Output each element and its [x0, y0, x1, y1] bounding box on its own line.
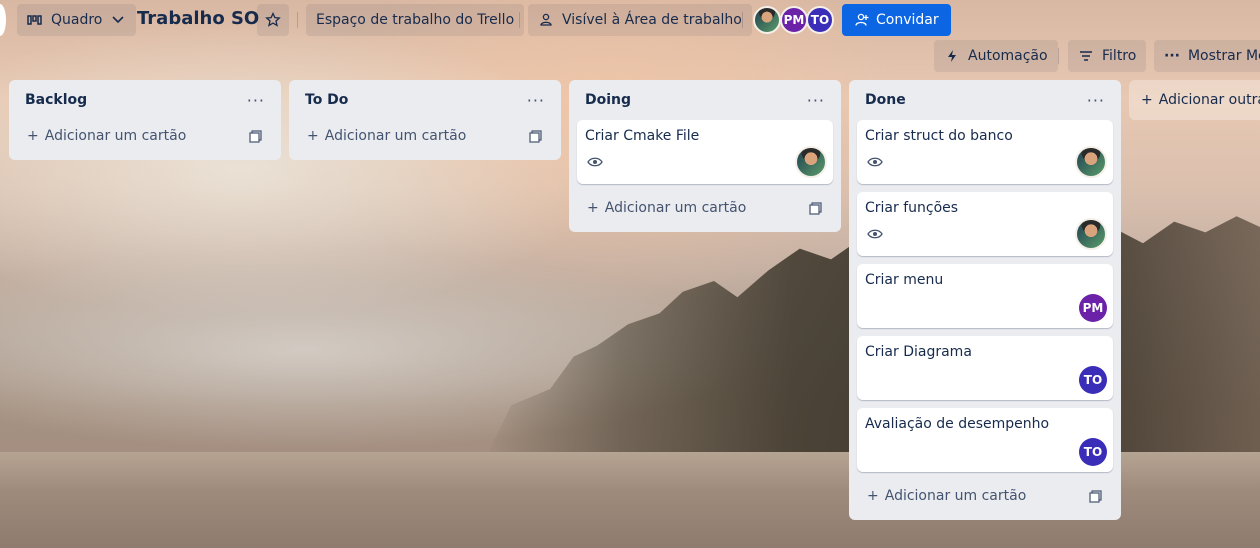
- automation-button[interactable]: Automação: [934, 40, 1058, 72]
- add-card-button[interactable]: + Adicionar um cartão: [17, 120, 273, 152]
- more-horizontal-icon: ···: [1164, 48, 1180, 64]
- list-done: Done ··· Criar struct do banco Criar fun…: [849, 80, 1121, 520]
- view-switcher-button[interactable]: Quadro: [17, 4, 137, 36]
- card[interactable]: Criar Cmake File: [577, 120, 833, 184]
- eye-icon: [867, 225, 883, 244]
- card-title: Criar funções: [865, 200, 959, 216]
- list-menu-icon[interactable]: ···: [807, 91, 825, 110]
- sidebar-toggle-button[interactable]: [0, 4, 6, 36]
- header-divider: [519, 12, 520, 28]
- card[interactable]: Criar struct do banco: [857, 120, 1113, 184]
- workspace-button[interactable]: Espaço de trabalho do Trello: [306, 4, 525, 36]
- board-header: Quadro Trabalho SO Espaço de trabalho do…: [0, 0, 1260, 40]
- star-board-button[interactable]: [257, 4, 289, 36]
- show-menu-label: Mostrar Me: [1187, 48, 1260, 64]
- list-header: To Do ···: [297, 80, 553, 120]
- list-menu-icon[interactable]: ···: [247, 91, 265, 110]
- card-title: Criar Cmake File: [585, 128, 700, 144]
- automation-label: Automação: [968, 48, 1048, 64]
- add-list-label: Adicionar outra lista: [1158, 92, 1260, 108]
- filter-icon: [1078, 48, 1094, 64]
- list-menu-icon[interactable]: ···: [1087, 91, 1105, 110]
- member-avatar[interactable]: TO: [806, 6, 834, 34]
- add-card-label: Adicionar um cartão: [324, 128, 467, 144]
- add-list-button[interactable]: + Adicionar outra lista: [1129, 80, 1260, 120]
- member-avatar[interactable]: [1075, 146, 1107, 178]
- list-title[interactable]: To Do: [305, 92, 348, 108]
- member-avatar[interactable]: [753, 6, 781, 34]
- card[interactable]: Avaliação de desempenho TO: [857, 408, 1113, 472]
- member-avatar[interactable]: PM: [780, 6, 808, 34]
- plus-icon: +: [1141, 92, 1153, 108]
- header-divider: [742, 12, 743, 28]
- card[interactable]: Criar menu PM: [857, 264, 1113, 328]
- member-avatar[interactable]: PM: [1079, 294, 1107, 322]
- member-avatar[interactable]: [795, 146, 827, 178]
- header-divider: [297, 12, 298, 28]
- card-template-icon[interactable]: [247, 128, 263, 144]
- add-card-button[interactable]: + Adicionar um cartão: [297, 120, 553, 152]
- card[interactable]: Criar Diagrama TO: [857, 336, 1113, 400]
- add-card-label: Adicionar um cartão: [884, 488, 1027, 504]
- card-template-icon[interactable]: [1087, 488, 1103, 504]
- invite-label: Convidar: [876, 12, 939, 28]
- invite-button[interactable]: Convidar: [842, 4, 951, 36]
- chevron-down-icon: [110, 12, 126, 28]
- view-switcher-label: Quadro: [51, 12, 103, 28]
- list-to-do: To Do ··· + Adicionar um cartão: [289, 80, 561, 160]
- filter-label: Filtro: [1102, 48, 1137, 64]
- add-card-label: Adicionar um cartão: [44, 128, 187, 144]
- list-header: Done ···: [857, 80, 1113, 120]
- list-menu-icon[interactable]: ···: [527, 91, 545, 110]
- star-icon: [265, 12, 281, 28]
- list-header: Doing ···: [577, 80, 833, 120]
- list-backlog: Backlog ··· + Adicionar um cartão: [9, 80, 281, 160]
- card-template-icon[interactable]: [527, 128, 543, 144]
- plus-icon: +: [867, 488, 879, 504]
- card-template-icon[interactable]: [807, 200, 823, 216]
- card-title: Criar Diagrama: [865, 344, 972, 360]
- plus-icon: +: [587, 200, 599, 216]
- card-title: Avaliação de desempenho: [865, 416, 1050, 432]
- plus-icon: +: [27, 128, 39, 144]
- member-avatar[interactable]: TO: [1079, 438, 1107, 466]
- card[interactable]: Criar funções: [857, 192, 1113, 256]
- workspace-label: Espaço de trabalho do Trello: [316, 12, 515, 28]
- add-card-button[interactable]: + Adicionar um cartão: [857, 480, 1113, 512]
- add-person-icon: [854, 12, 870, 28]
- member-avatar[interactable]: TO: [1079, 366, 1107, 394]
- add-card-button[interactable]: + Adicionar um cartão: [577, 192, 833, 224]
- lightning-icon: [944, 48, 960, 64]
- plus-icon: +: [307, 128, 319, 144]
- visibility-label: Visível à Área de trabalho: [562, 12, 742, 28]
- filter-button[interactable]: Filtro: [1068, 40, 1147, 72]
- people-icon: [538, 12, 554, 28]
- toolbar-divider: [1058, 48, 1059, 64]
- member-avatar[interactable]: [1075, 218, 1107, 250]
- list-doing: Doing ··· Criar Cmake File + Adicionar um…: [569, 80, 841, 232]
- list-header: Backlog ···: [17, 80, 273, 120]
- list-title[interactable]: Doing: [585, 92, 631, 108]
- card-title: Criar menu: [865, 272, 944, 288]
- eye-icon: [867, 153, 883, 172]
- add-card-label: Adicionar um cartão: [604, 200, 747, 216]
- visibility-button[interactable]: Visível à Área de trabalho: [528, 4, 752, 36]
- card-title: Criar struct do banco: [865, 128, 1013, 144]
- board-view-icon: [27, 12, 43, 28]
- board-title[interactable]: Trabalho SO: [137, 8, 259, 29]
- list-title[interactable]: Backlog: [25, 92, 87, 108]
- show-menu-button[interactable]: ··· Mostrar Me: [1154, 40, 1260, 72]
- list-title[interactable]: Done: [865, 92, 906, 108]
- eye-icon: [587, 153, 603, 172]
